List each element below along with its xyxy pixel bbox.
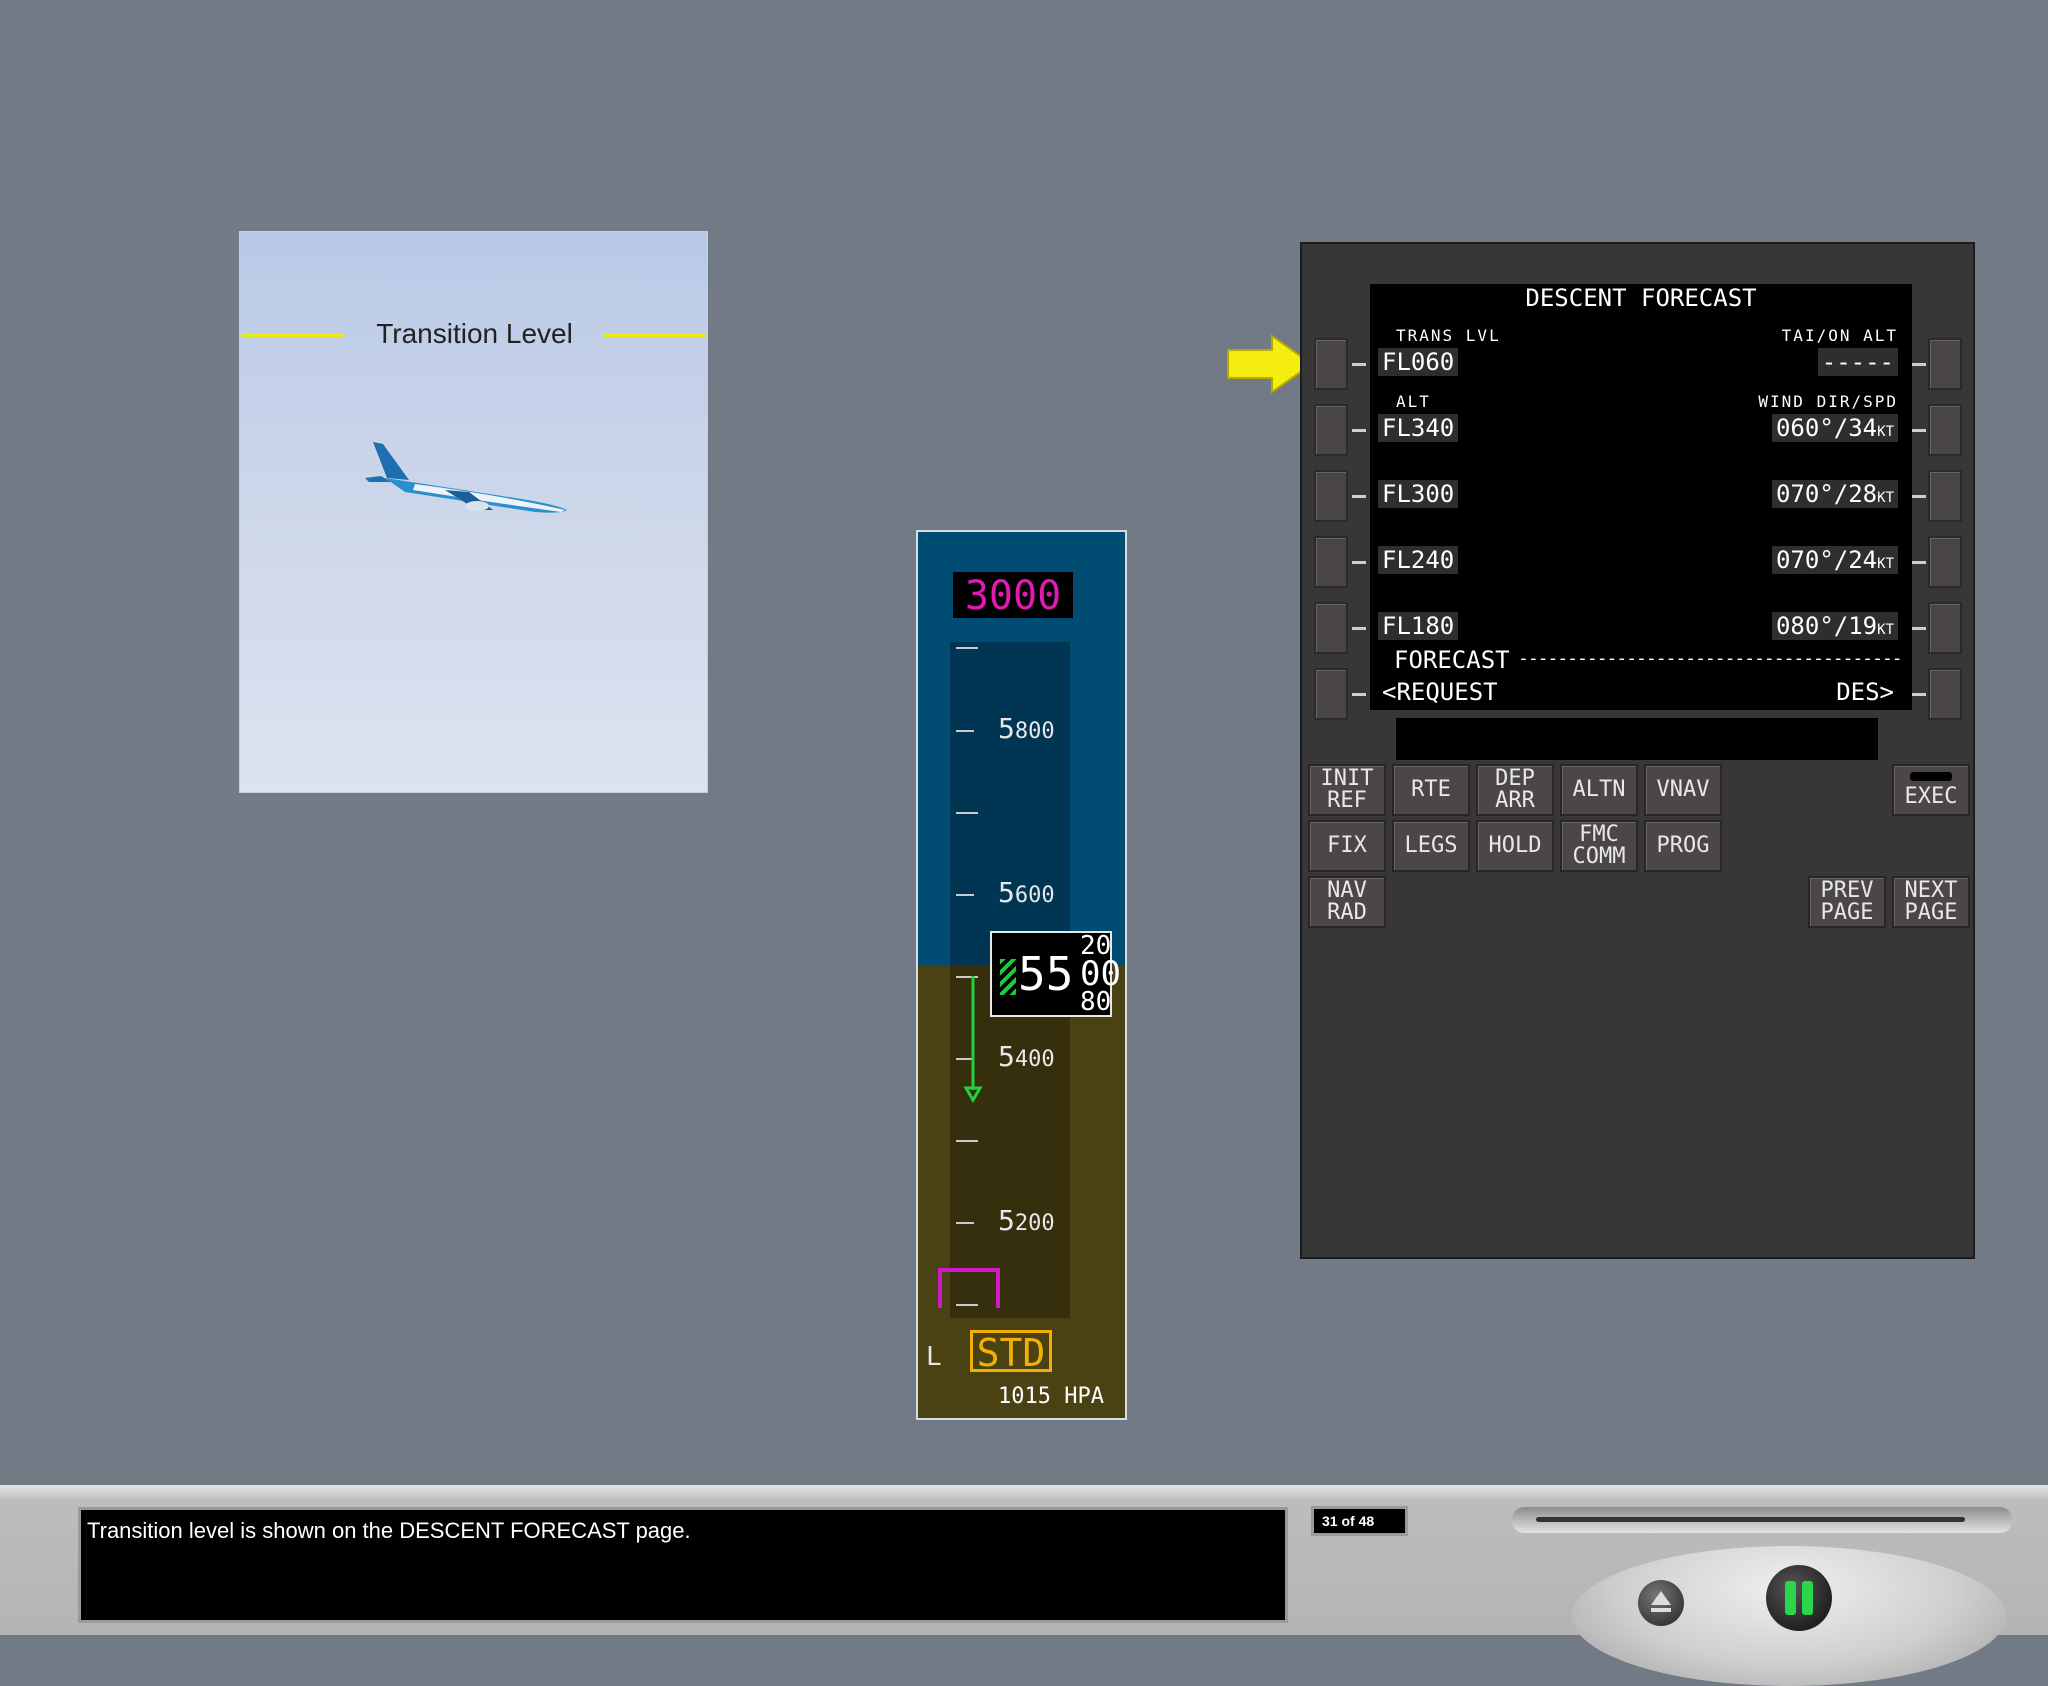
prev-page-key[interactable]: PREV PAGE bbox=[1808, 876, 1886, 928]
eject-icon bbox=[1651, 1591, 1671, 1605]
lsk-tick bbox=[1352, 627, 1366, 630]
vertical-trend-vector bbox=[963, 976, 983, 1103]
cdu-panel: DESCENT FORECAST TRANS LVL TAI/ON ALT FL… bbox=[1300, 242, 1975, 1259]
scale-tick bbox=[956, 1140, 978, 1142]
cdu-value-r1: ----- bbox=[1817, 348, 1898, 376]
lsk-1r[interactable] bbox=[1928, 338, 1962, 390]
altitude-tape: 3000 5800 5600 5400 5200 55 20 00 80 L S… bbox=[916, 530, 1127, 1420]
lsk-5l[interactable] bbox=[1314, 602, 1348, 654]
lsk-tick bbox=[1352, 693, 1366, 696]
cdu-page-title: DESCENT FORECAST bbox=[1525, 284, 1757, 312]
scale-tick bbox=[956, 894, 974, 896]
cdu-value-l4: FL240 bbox=[1378, 546, 1459, 574]
cdu-value-l5: FL180 bbox=[1378, 612, 1459, 640]
pause-icon bbox=[1802, 1581, 1813, 1615]
lsk-5r[interactable] bbox=[1928, 602, 1962, 654]
exec-light bbox=[1910, 772, 1952, 781]
cdu-forecast-label: FORECAST bbox=[1394, 646, 1510, 674]
lsk-tick bbox=[1912, 693, 1926, 696]
cdu-label-r1: TAI/ON ALT bbox=[1781, 326, 1898, 345]
altitude-bug-icon bbox=[938, 1268, 1000, 1308]
exec-key[interactable]: EXEC bbox=[1892, 764, 1970, 816]
lsk-2r[interactable] bbox=[1928, 404, 1962, 456]
cdu-value-l1: FL060 bbox=[1378, 348, 1459, 376]
lsk-tick bbox=[1912, 627, 1926, 630]
scale-label: 5800 bbox=[998, 712, 1055, 745]
hold-key[interactable]: HOLD bbox=[1476, 820, 1554, 872]
current-altitude-readout: 55 20 00 80 bbox=[990, 931, 1121, 1017]
eject-button[interactable] bbox=[1638, 1580, 1684, 1626]
baro-setting: 1015 HPA bbox=[998, 1384, 1104, 1409]
scale-label: 5400 bbox=[998, 1040, 1055, 1073]
airplane-icon bbox=[365, 442, 567, 513]
lsk-4l[interactable] bbox=[1314, 536, 1348, 588]
scale-label: 5200 bbox=[998, 1204, 1055, 1237]
cdu-value-r5: 080°/19KT bbox=[1771, 612, 1898, 640]
cdu-label-l1: TRANS LVL bbox=[1396, 326, 1501, 345]
scale-tick bbox=[956, 647, 978, 649]
cdu-forecast-dashes: --------------------------------------- bbox=[1518, 648, 1903, 669]
legs-key[interactable]: LEGS bbox=[1392, 820, 1470, 872]
readout-hatch bbox=[1000, 959, 1016, 995]
cdu-label-r2: WIND DIR/SPD bbox=[1758, 392, 1898, 411]
lsk-tick bbox=[1912, 429, 1926, 432]
cdu-request-prompt[interactable]: <REQUEST bbox=[1378, 678, 1502, 706]
pause-button[interactable] bbox=[1766, 1565, 1832, 1631]
lsk-2l[interactable] bbox=[1314, 404, 1348, 456]
cdu-value-r2: 060°/34KT bbox=[1771, 414, 1898, 442]
lsk-3l[interactable] bbox=[1314, 470, 1348, 522]
lsk-1l[interactable] bbox=[1314, 338, 1348, 390]
fix-key[interactable]: FIX bbox=[1308, 820, 1386, 872]
nav-rad-key[interactable]: NAV RAD bbox=[1308, 876, 1386, 928]
lsk-tick bbox=[1912, 495, 1926, 498]
progress-slider[interactable] bbox=[1512, 1507, 2012, 1533]
lsk-4r[interactable] bbox=[1928, 536, 1962, 588]
cdu-value-r3: 070°/28KT bbox=[1771, 480, 1898, 508]
scale-tick bbox=[956, 812, 978, 814]
transition-level-illustration: Transition Level bbox=[239, 231, 708, 793]
caption-box: Transition level is shown on the DESCENT… bbox=[78, 1507, 1288, 1623]
baro-std-indicator: STD bbox=[970, 1330, 1052, 1373]
lsk-3r[interactable] bbox=[1928, 470, 1962, 522]
init-ref-key[interactable]: INIT REF bbox=[1308, 764, 1386, 816]
fmc-comm-key[interactable]: FMC COMM bbox=[1560, 820, 1638, 872]
altitude-drum: 20 00 80 bbox=[1080, 931, 1121, 1017]
lsk-6l[interactable] bbox=[1314, 668, 1348, 720]
cdu-des-prompt[interactable]: DES> bbox=[1832, 678, 1898, 706]
selected-altitude: 3000 bbox=[953, 572, 1073, 619]
eject-icon-bar bbox=[1651, 1608, 1671, 1612]
current-altitude-value: 55 bbox=[1018, 947, 1074, 1001]
dep-arr-key[interactable]: DEP ARR bbox=[1476, 764, 1554, 816]
rte-key[interactable]: RTE bbox=[1392, 764, 1470, 816]
altn-key[interactable]: ALTN bbox=[1560, 764, 1638, 816]
scale-label: 5600 bbox=[998, 876, 1055, 909]
lsk-6r[interactable] bbox=[1928, 668, 1962, 720]
cdu-value-l2: FL340 bbox=[1378, 414, 1459, 442]
lsk-tick bbox=[1352, 363, 1366, 366]
lsk-tick bbox=[1912, 561, 1926, 564]
cdu-display: DESCENT FORECAST TRANS LVL TAI/ON ALT FL… bbox=[1370, 284, 1912, 710]
lsk-tick bbox=[1912, 363, 1926, 366]
page-counter: 31 of 48 bbox=[1311, 1506, 1408, 1536]
transition-level-label: Transition Level bbox=[376, 318, 573, 349]
scale-tick bbox=[956, 1222, 974, 1224]
vnav-key[interactable]: VNAV bbox=[1644, 764, 1722, 816]
cdu-value-r4: 070°/24KT bbox=[1771, 546, 1898, 574]
progress-fill bbox=[1536, 1517, 1965, 1522]
cdu-value-l3: FL300 bbox=[1378, 480, 1459, 508]
lsk-tick bbox=[1352, 561, 1366, 564]
pause-icon bbox=[1785, 1581, 1796, 1615]
cdu-label-l2: ALT bbox=[1396, 392, 1431, 411]
prog-key[interactable]: PROG bbox=[1644, 820, 1722, 872]
lsk-tick bbox=[1352, 429, 1366, 432]
cdu-scratchpad bbox=[1396, 718, 1878, 760]
scale-tick bbox=[956, 730, 974, 732]
baro-side-label: L bbox=[926, 1342, 942, 1372]
next-page-key[interactable]: NEXT PAGE bbox=[1892, 876, 1970, 928]
lsk-tick bbox=[1352, 495, 1366, 498]
